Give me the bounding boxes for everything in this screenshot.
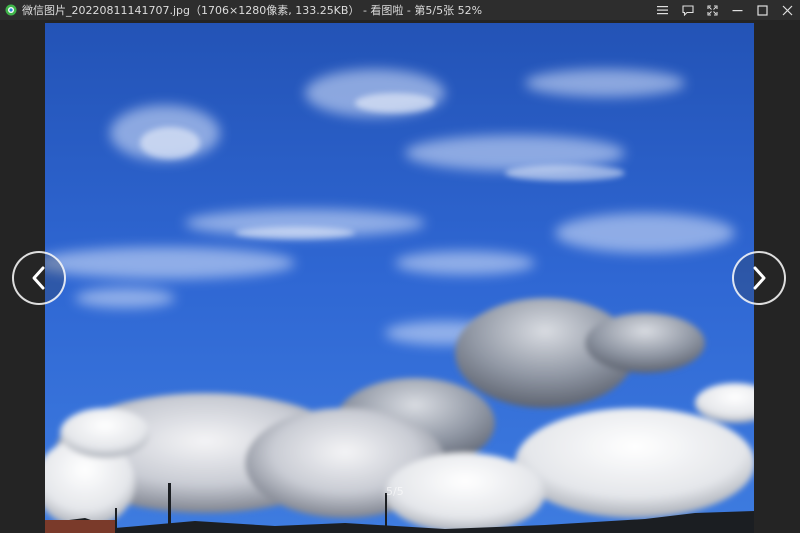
page-info: - 第5/5张 52% — [403, 4, 483, 17]
file-info: （1706×1280像素, 133.25KB） — [190, 4, 360, 17]
close-icon — [782, 5, 793, 15]
comment-button[interactable] — [675, 0, 700, 20]
menu-icon — [657, 6, 668, 15]
menu-button[interactable] — [650, 0, 675, 20]
chevron-left-icon — [32, 266, 45, 290]
minimize-icon — [732, 9, 743, 11]
maximize-icon — [757, 4, 768, 16]
image-viewer-stage: 5/5 — [0, 20, 800, 533]
title-bar: 微信图片_20220811141707.jpg（1706×1280像素, 133… — [0, 0, 800, 20]
app-logo-icon — [5, 4, 17, 16]
file-name: 微信图片_20220811141707.jpg — [22, 4, 190, 17]
previous-image-button[interactable] — [12, 251, 66, 305]
minimize-button[interactable] — [725, 0, 750, 20]
app-name: 看图啦 — [370, 4, 404, 17]
next-image-button[interactable] — [732, 251, 786, 305]
image-counter: 5/5 — [386, 485, 404, 498]
fullscreen-button[interactable] — [700, 0, 725, 20]
title-separator: - — [359, 4, 371, 17]
window-title: 微信图片_20220811141707.jpg（1706×1280像素, 133… — [22, 2, 482, 18]
fullscreen-icon — [707, 4, 718, 16]
comment-icon — [681, 4, 694, 16]
maximize-button[interactable] — [750, 0, 775, 20]
window-controls — [650, 0, 800, 20]
close-button[interactable] — [775, 0, 800, 20]
photo-sky-clouds — [45, 23, 754, 533]
chevron-right-icon — [753, 266, 766, 290]
